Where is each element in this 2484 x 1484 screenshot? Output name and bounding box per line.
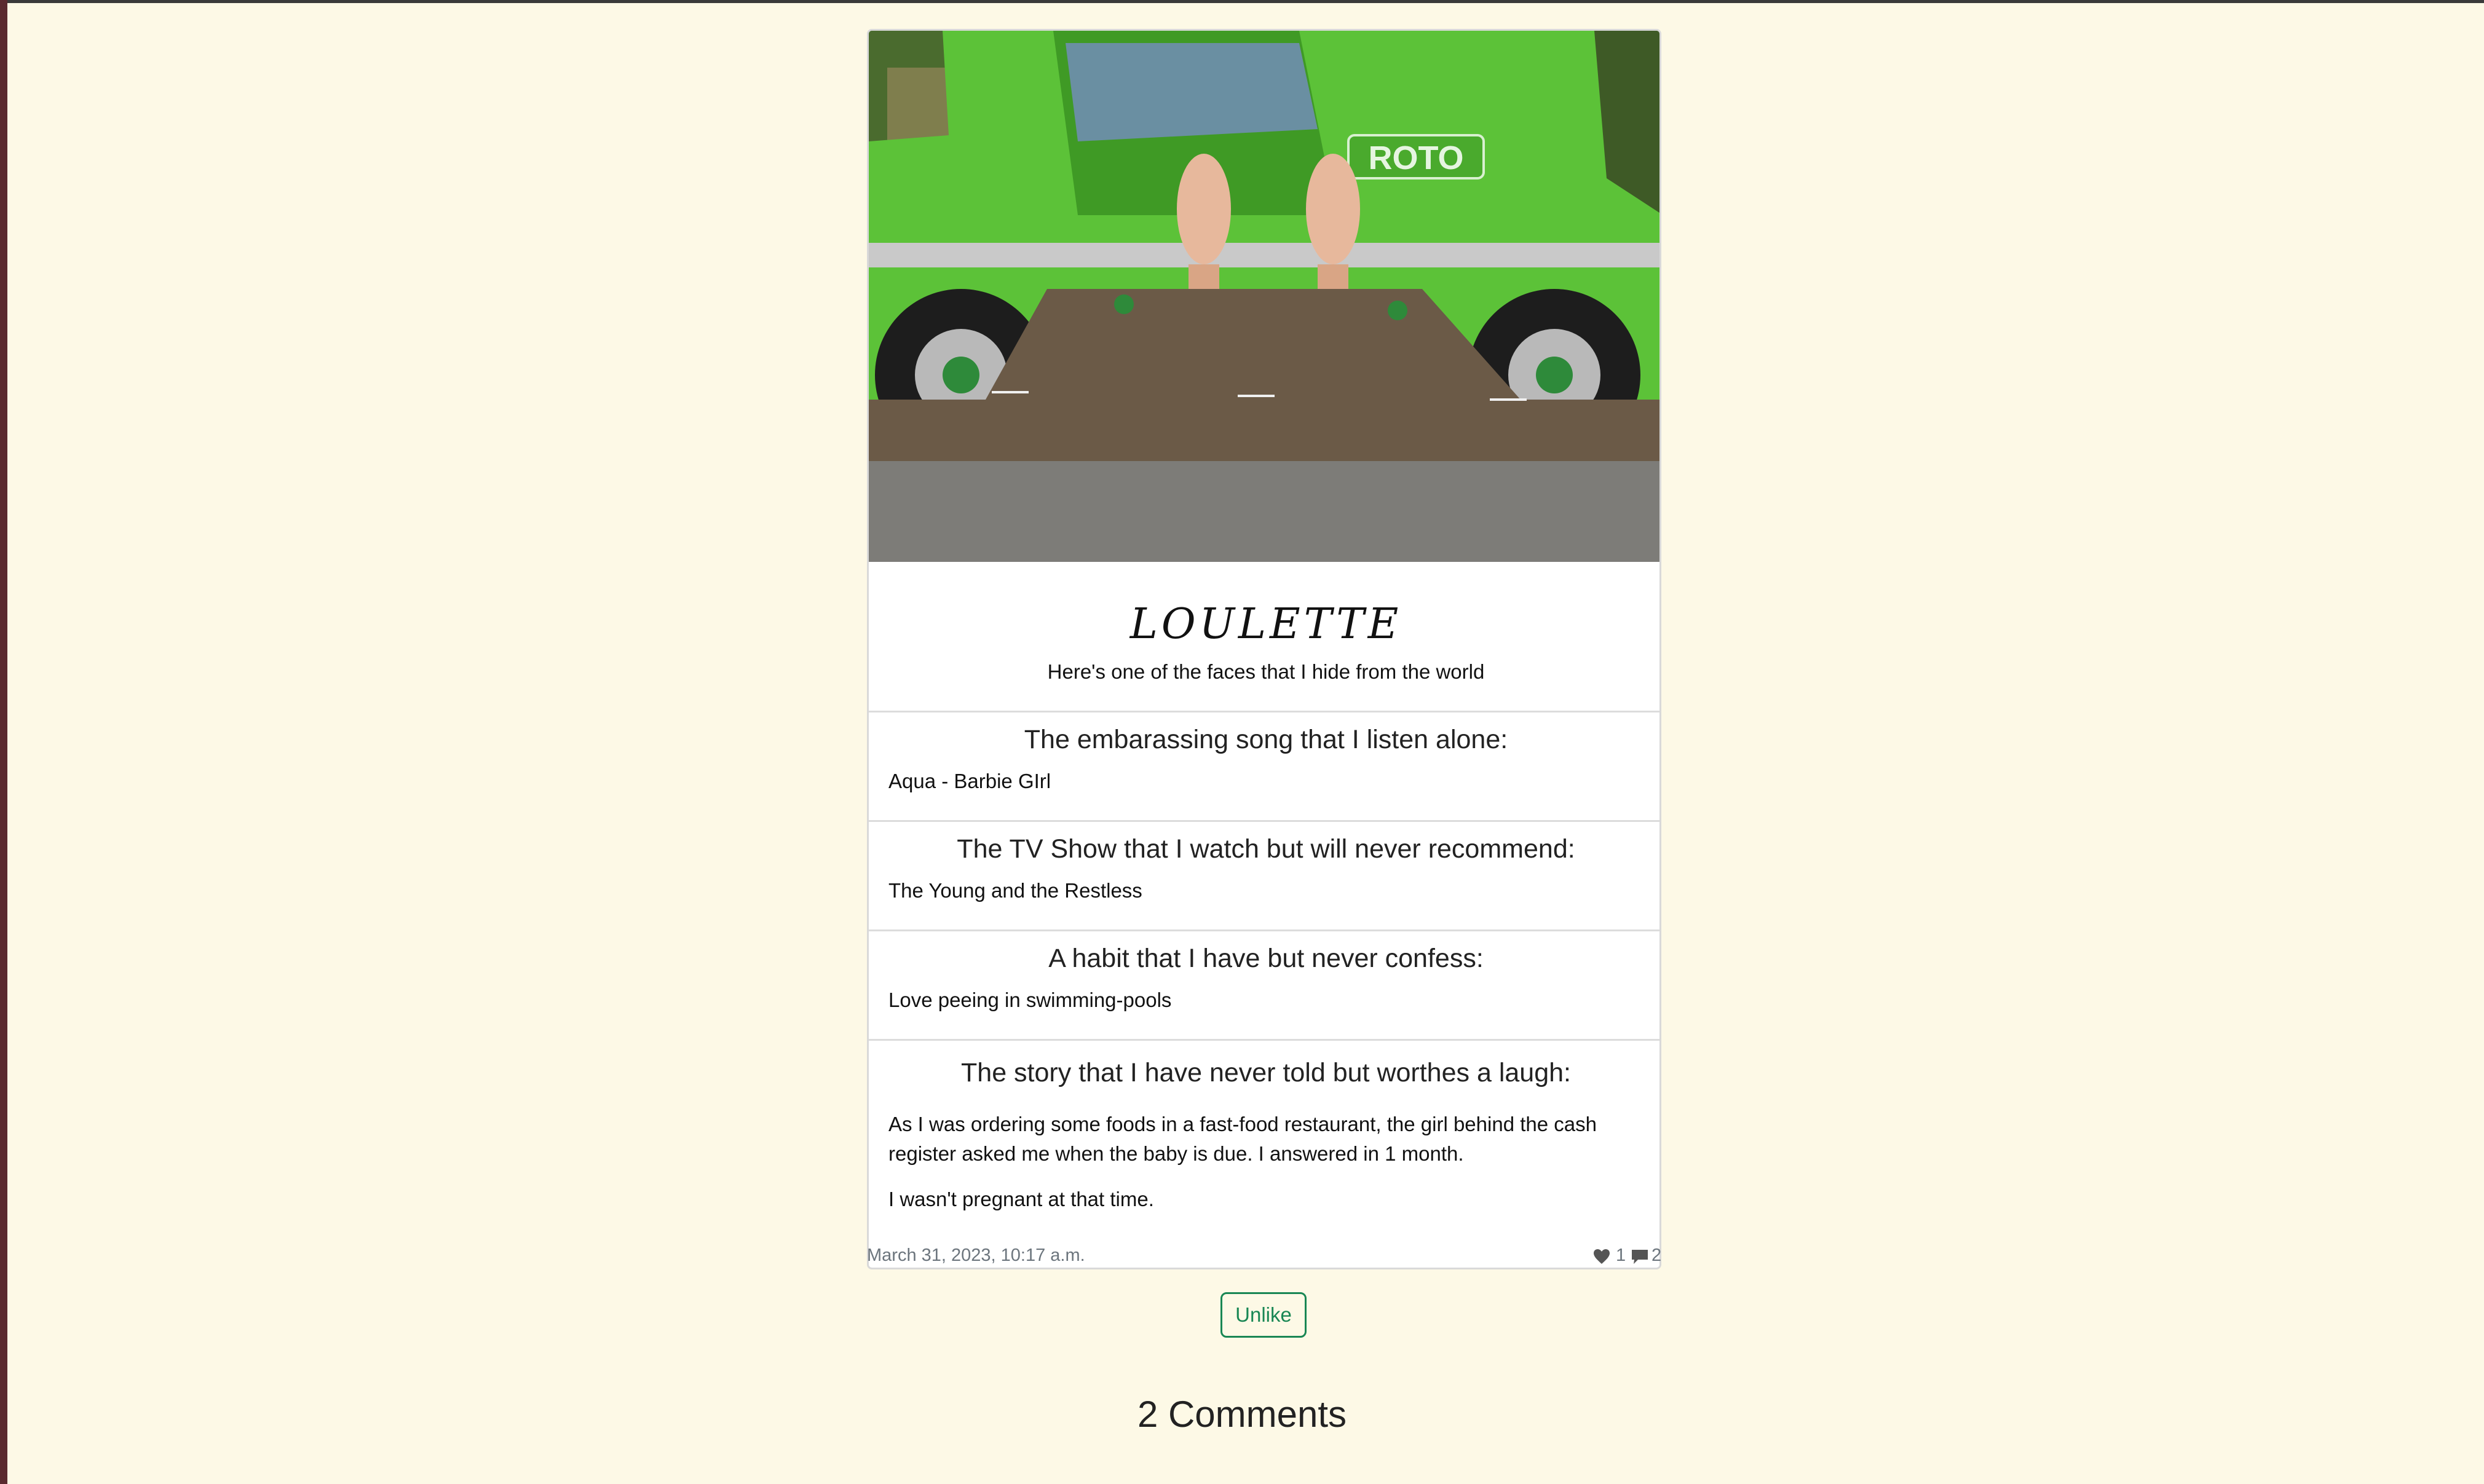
section-habit-answer: Love peeing in swimming-pools: [888, 989, 1172, 1011]
comments-heading: 2 Comments: [1137, 1394, 1347, 1435]
section-song-title: The embarassing song that I listen alone…: [1024, 725, 1508, 754]
section-story-paragraph: As I was ordering some foods in a fast-f…: [888, 1113, 1597, 1165]
section-story: The story that I have never told but wor…: [869, 1039, 1659, 1268]
section-tv-show: The TV Show that I watch but will never …: [869, 820, 1659, 929]
post-subtitle: Here's one of the faces that I hide from…: [1047, 660, 1485, 683]
comment-icon: [1631, 1248, 1649, 1270]
section-story-paragraph: I wasn't pregnant at that time.: [888, 1188, 1154, 1210]
section-tv-show-answer: The Young and the Restless: [888, 879, 1142, 902]
section-tv-show-title: The TV Show that I watch but will never …: [957, 834, 1575, 864]
section-song-answer: Aqua - Barbie GIrl: [888, 770, 1051, 792]
comment-count: 2: [1651, 1245, 1662, 1265]
post-title: LOULETTE: [1129, 600, 1402, 649]
section-habit-title: A habit that I have but never confess:: [1048, 944, 1484, 973]
unlike-button[interactable]: Unlike: [1220, 1292, 1307, 1338]
post-image: ROTO: [869, 31, 1659, 562]
window-left-edge: [0, 0, 7, 1484]
post-date: March 31, 2023, 10:17 a.m.: [867, 1245, 1085, 1265]
section-song: The embarassing song that I listen alone…: [869, 711, 1659, 820]
like-count: 1: [1616, 1245, 1626, 1265]
heart-icon: [1592, 1248, 1611, 1270]
image-label: ROTO: [1368, 140, 1463, 176]
post-stats: 1 2: [1592, 1245, 1664, 1268]
section-story-title: The story that I have never told but wor…: [961, 1058, 1571, 1087]
post-header: LOULETTE Here's one of the faces that I …: [869, 562, 1659, 711]
post-card: ROTO LOULETTE Here's one of the faces th…: [867, 29, 1661, 1269]
window-top-border: [0, 0, 2484, 3]
section-habit: A habit that I have but never confess: L…: [869, 929, 1659, 1039]
